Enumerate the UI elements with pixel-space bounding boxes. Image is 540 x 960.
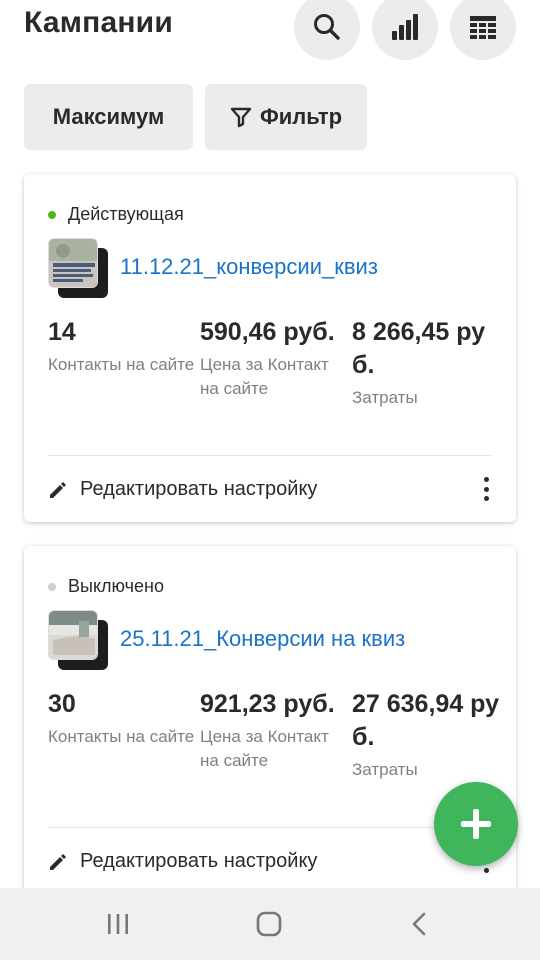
metric-value: 590,46 руб. [200,318,335,346]
metric-label: Затраты [352,760,418,779]
add-campaign-button[interactable] [434,782,518,866]
metric-spend: 8 266,45 руб. Затраты [352,316,502,410]
maximum-chip[interactable]: Максимум [24,84,193,150]
metric-label: Контакты на сайте [48,355,195,374]
ad-image-icon [48,238,98,288]
campaign-status: Выключено [48,576,164,597]
search-icon [314,14,340,40]
status-dot-icon [48,210,56,219]
campaign-status: Действующая [48,204,184,225]
metric-value: 14 [48,318,76,346]
table-icon [470,16,496,39]
campaign-card[interactable]: Действующая 11.12.21_конверсии_квиз 14 К… [24,174,516,522]
page-title: Кампании [24,6,173,39]
campaign-thumbnail [48,238,108,300]
more-options-icon[interactable] [482,477,490,501]
system-navigation-bar [0,888,540,960]
metric-value: 27 636,94 руб. [352,690,500,751]
status-dot-icon [48,582,56,591]
home-icon [256,911,282,937]
filter-icon [230,107,252,128]
campaign-name-link[interactable]: 25.11.21_Конверсии на квиз [120,626,405,652]
top-bar: Кампании [0,0,540,60]
pencil-icon [50,481,66,498]
metric-label: Контакты на сайте [48,727,195,746]
status-text: Выключено [68,576,164,596]
app-screen: Кампании Максимум Фильтр Действующая 11.… [0,0,540,888]
metric-value: 8 266,45 руб. [352,318,486,379]
search-button[interactable] [294,0,360,60]
filter-button[interactable]: Фильтр [205,84,367,150]
edit-settings-label: Редактировать настройку [80,478,318,500]
ad-image-icon [48,610,98,660]
filter-label: Фильтр [259,104,343,129]
edit-settings-button[interactable]: Редактировать настройку [48,850,317,873]
metric-spend: 27 636,94 руб. Затраты [352,688,502,782]
campaign-thumbnail [48,610,108,672]
card-divider [48,455,492,456]
recent-apps-button[interactable] [78,888,158,960]
metric-label: Затраты [352,388,418,407]
campaign-name-link[interactable]: 11.12.21_конверсии_квиз [120,254,378,280]
metric-contacts: 14 Контакты на сайте [48,316,198,377]
pencil-icon [50,853,66,870]
plus-icon [461,809,491,839]
metric-price-per-contact: 921,23 руб. Цена за Контакт на сайте [200,688,350,773]
edit-settings-button[interactable]: Редактировать настройку [48,478,317,501]
maximum-chip-label: Максимум [52,104,165,129]
table-view-button[interactable] [450,0,516,60]
home-button[interactable] [229,888,309,960]
metric-value: 921,23 руб. [200,690,335,718]
recent-apps-icon [108,914,128,934]
card-divider [48,827,492,828]
back-icon [412,912,426,936]
status-text: Действующая [68,204,184,224]
metric-value: 30 [48,690,76,718]
bar-chart-icon [392,14,418,40]
metric-contacts: 30 Контакты на сайте [48,688,198,749]
metric-label: Цена за Контакт на сайте [200,727,329,770]
edit-settings-label: Редактировать настройку [80,850,318,872]
back-button[interactable] [380,888,460,960]
metric-price-per-contact: 590,46 руб. Цена за Контакт на сайте [200,316,350,401]
metric-label: Цена за Контакт на сайте [200,355,329,398]
statistics-button[interactable] [372,0,438,60]
